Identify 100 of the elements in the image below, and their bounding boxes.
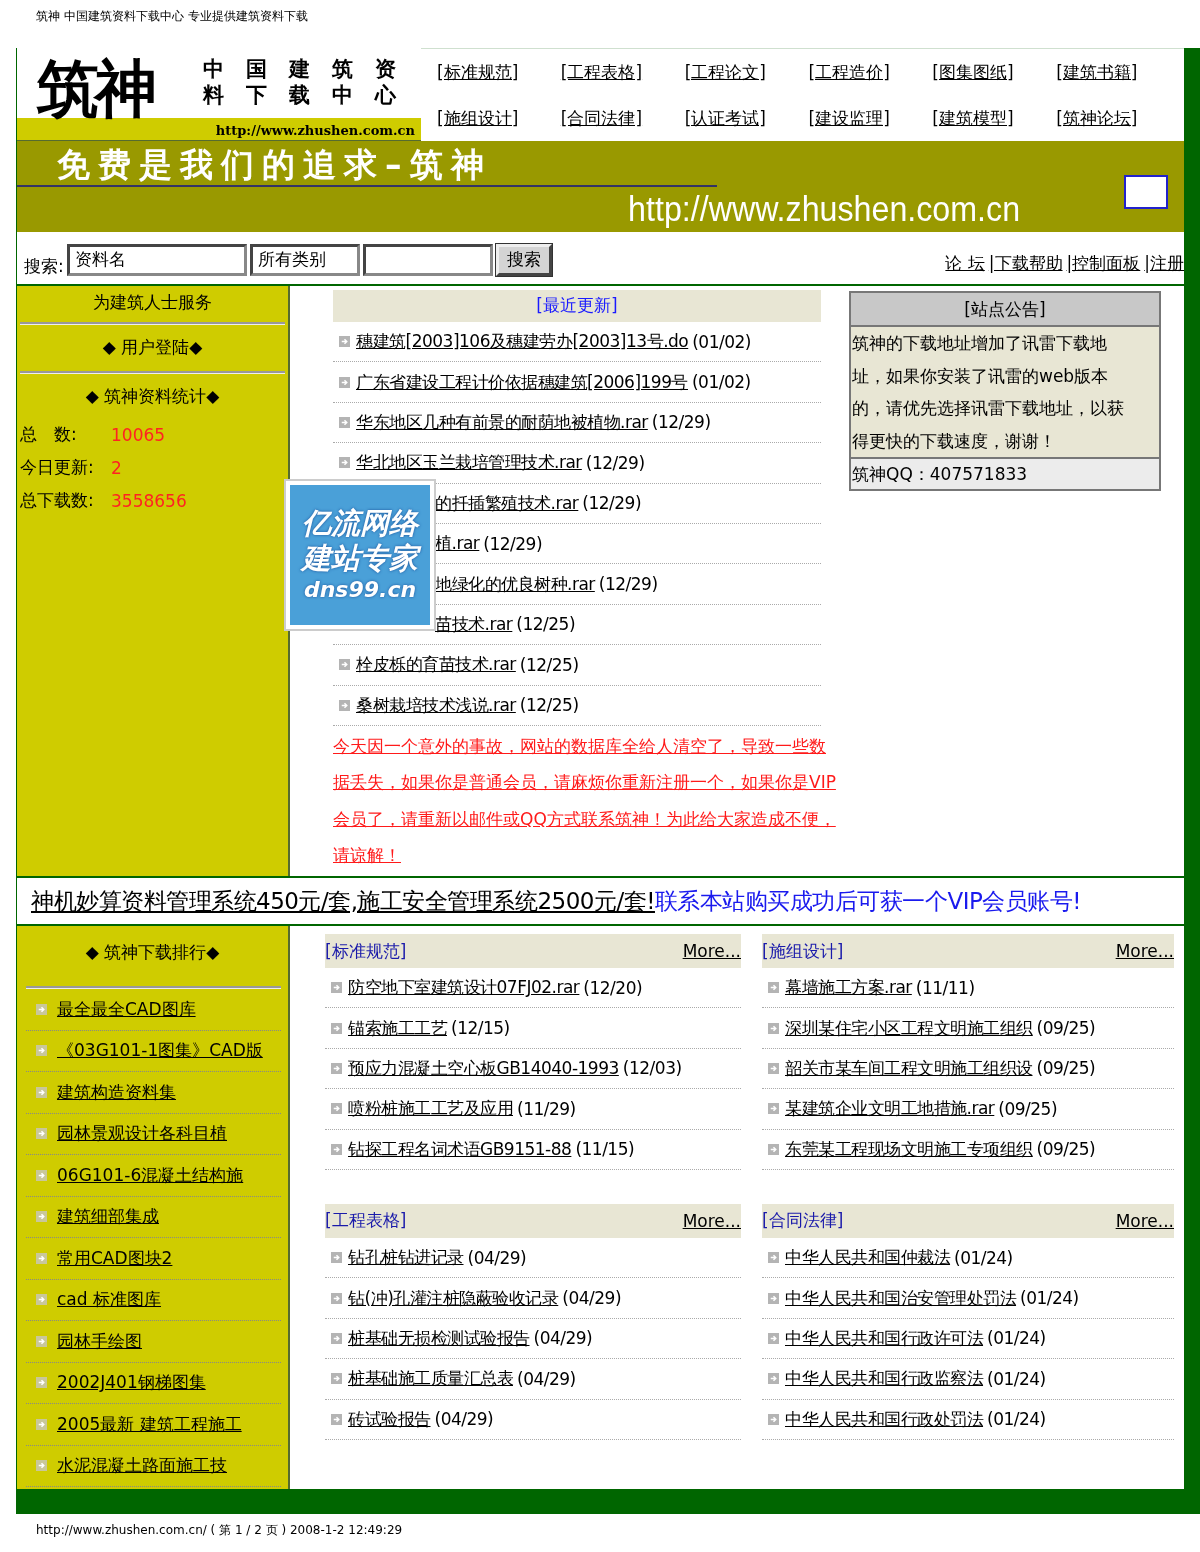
- arrow-square-icon: [331, 1252, 342, 1264]
- ranking-link[interactable]: 常用CAD图块2: [57, 1246, 173, 1270]
- file-link[interactable]: 中华人民共和国行政处罚法: [785, 1407, 983, 1431]
- top-link[interactable]: 论 坛: [945, 251, 985, 275]
- stat-label: 总 数:: [20, 423, 78, 446]
- nav-link[interactable]: [建设监理]: [808, 106, 933, 130]
- notice-title: [站点公告]: [851, 293, 1159, 327]
- file-link[interactable]: 华东地区几种有前景的耐荫地被植物.rar: [356, 410, 648, 434]
- file-date: (01/24): [1020, 1288, 1079, 1309]
- page-footer: http://www.zhushen.com.cn/ ( 第 1 / 2 页 ) 2008-1-2 12:49:29: [0, 1514, 1200, 1539]
- ranking-link[interactable]: 园林手绘图: [57, 1329, 142, 1353]
- ranking-link[interactable]: 最全最全CAD图库: [57, 997, 196, 1021]
- nav-link[interactable]: [工程造价]: [808, 60, 933, 84]
- file-link[interactable]: 苗技术.rar: [435, 612, 513, 636]
- ranking-link[interactable]: 园林景观设计各科目植: [57, 1122, 227, 1146]
- arrow-square-icon: [768, 1373, 779, 1385]
- file-link[interactable]: 预应力混凝土空心板GB14040-1993: [348, 1056, 619, 1080]
- arrow-square-icon: [768, 1413, 779, 1425]
- file-link[interactable]: 砖试验报告: [348, 1407, 431, 1431]
- banner-url: http://www.zhushen.com.cn: [628, 189, 1020, 229]
- nav-link[interactable]: [图集图纸]: [932, 60, 1057, 84]
- logo-url: http://www.zhushen.com.cn: [215, 123, 415, 138]
- ranking-link[interactable]: 06G101-6混凝土结构施: [57, 1163, 244, 1187]
- file-link[interactable]: 喷粉桩施工工艺及应用: [348, 1097, 513, 1121]
- more-link[interactable]: More...: [1115, 941, 1174, 961]
- file-link[interactable]: 植.rar: [435, 532, 480, 556]
- file-link[interactable]: 广东省建设工程计价依据穗建筑[2006]199号: [356, 370, 688, 394]
- ad-text: dns99.cn: [303, 579, 417, 601]
- file-date: (04/29): [533, 1328, 593, 1349]
- arrow-square-icon: [768, 1022, 779, 1034]
- arrow-square-icon: [36, 1252, 47, 1264]
- top-link[interactable]: |注册: [1144, 251, 1184, 275]
- top-link[interactable]: |控制面板: [1066, 251, 1141, 275]
- more-link[interactable]: More...: [682, 941, 741, 961]
- file-link[interactable]: 中华人民共和国行政监察法: [785, 1367, 983, 1391]
- more-link[interactable]: More...: [1115, 1210, 1174, 1231]
- nav-link[interactable]: [标准规范]: [437, 60, 561, 84]
- file-link[interactable]: 桑树栽培技术浅说.rar: [356, 693, 516, 717]
- file-link[interactable]: 中华人民共和国治安管理处罚法: [785, 1286, 1016, 1310]
- file-date: (11/29): [517, 1098, 576, 1119]
- blank-box: [1124, 175, 1168, 209]
- nav-link[interactable]: [建筑模型]: [932, 106, 1057, 130]
- arrow-square-icon: [36, 1377, 47, 1389]
- arrow-square-icon: [768, 1103, 779, 1115]
- nav-link[interactable]: [认证考试]: [684, 106, 809, 130]
- arrow-square-icon: [339, 416, 350, 428]
- file-link[interactable]: 韶关市某车间工程文明施工组织设: [785, 1056, 1033, 1080]
- file-link[interactable]: 锚索施工工艺: [348, 1016, 447, 1040]
- arrow-square-icon: [768, 1252, 779, 1264]
- file-date: (01/24): [987, 1328, 1046, 1349]
- input-field[interactable]: [362, 243, 493, 276]
- file-link[interactable]: 钻(冲)孔灌注桩隐蔽验收记录: [348, 1286, 559, 1310]
- nav-link[interactable]: [筑神论坛]: [1056, 106, 1180, 130]
- file-date: (09/25): [1036, 1139, 1096, 1160]
- file-link[interactable]: 穗建筑[2003]106及穗建劳办[2003]13号.do: [356, 330, 689, 354]
- file-link[interactable]: 东莞某工程现场文明施工专项组织: [785, 1137, 1033, 1161]
- file-link[interactable]: 幕墙施工方案.rar: [785, 976, 912, 1000]
- ranking-link[interactable]: 水泥混凝土路面施工技: [57, 1454, 227, 1478]
- file-link[interactable]: 栓皮栎的育苗技术.rar: [356, 653, 516, 677]
- search-button[interactable]: 搜索: [495, 243, 552, 276]
- file-link[interactable]: 的扦插繁殖技术.rar: [435, 491, 579, 515]
- sidebar-heading: 为建筑人士服务: [92, 291, 213, 314]
- arrow-square-icon: [339, 376, 350, 388]
- arrow-square-icon: [331, 1413, 342, 1425]
- file-link[interactable]: 钻探工程名词术语GB9151-88: [348, 1137, 572, 1161]
- select-field[interactable]: 资料名: [66, 243, 247, 276]
- file-link[interactable]: 地绿化的优良树种.rar: [435, 572, 595, 596]
- file-link[interactable]: 桩基础无损检测试验报告: [348, 1326, 530, 1350]
- more-link[interactable]: More...: [682, 1210, 741, 1231]
- file-link[interactable]: 深圳某住宅小区工程文明施工组织: [785, 1016, 1033, 1040]
- file-link[interactable]: 防空地下室建筑设计07FJ02.rar: [348, 976, 580, 1000]
- file-link[interactable]: 钻孔桩钻进记录: [348, 1246, 464, 1270]
- promo-highlight: 联系本站购买成功后可获一个VIP会员账号!: [654, 887, 1082, 914]
- ranking-link[interactable]: cad 标准图库: [57, 1288, 161, 1312]
- ranking-link[interactable]: 《03G101-1图集》CAD版: [57, 1039, 263, 1063]
- arrow-square-icon: [768, 982, 779, 994]
- file-link[interactable]: 中华人民共和国行政许可法: [785, 1326, 983, 1350]
- select-field[interactable]: 所有类别: [249, 243, 360, 276]
- file-link[interactable]: 桩基础施工质量汇总表: [348, 1367, 513, 1391]
- nav-link[interactable]: [建筑书籍]: [1056, 60, 1180, 84]
- ranking-link[interactable]: 2002J401钢梯图集: [57, 1371, 206, 1395]
- arrow-square-icon: [36, 1169, 47, 1181]
- file-link[interactable]: 华北地区玉兰栽培管理技术.rar: [356, 451, 582, 475]
- top-link[interactable]: |下载帮助: [988, 251, 1063, 275]
- arrow-square-icon: [339, 457, 350, 469]
- ranking-link[interactable]: 建筑细部集成: [57, 1205, 159, 1229]
- nav-link[interactable]: [合同法律]: [560, 106, 685, 130]
- search-label: 搜索:: [24, 255, 64, 278]
- file-link[interactable]: 中华人民共和国仲裁法: [785, 1246, 950, 1270]
- notice-link[interactable]: 今天因一个意外的事故，网站的数据库全给人清空了，导致一些数据丢失，如果你是普通会员，请麻烦你重新注册一个，如果你是VIP会员了，请重新以邮件或QQ方式联系筑神！为此给大家造成不便，请谅解！: [333, 727, 839, 874]
- arrow-square-icon: [768, 1332, 779, 1344]
- file-date: (11/15): [575, 1139, 635, 1160]
- promo-link[interactable]: 神机妙算资料管理系统450元/套,施工安全管理系统2500元/套!: [31, 887, 655, 914]
- file-link[interactable]: 某建筑企业文明工地措施.rar: [785, 1097, 995, 1121]
- nav-link[interactable]: [施组设计]: [437, 106, 561, 130]
- file-date: (09/25): [1036, 1018, 1096, 1039]
- ranking-link[interactable]: 2005最新 建筑工程施工: [57, 1412, 242, 1436]
- ranking-link[interactable]: 建筑构造资料集: [57, 1080, 176, 1104]
- nav-link[interactable]: [工程表格]: [560, 60, 685, 84]
- nav-link[interactable]: [工程论文]: [684, 60, 809, 84]
